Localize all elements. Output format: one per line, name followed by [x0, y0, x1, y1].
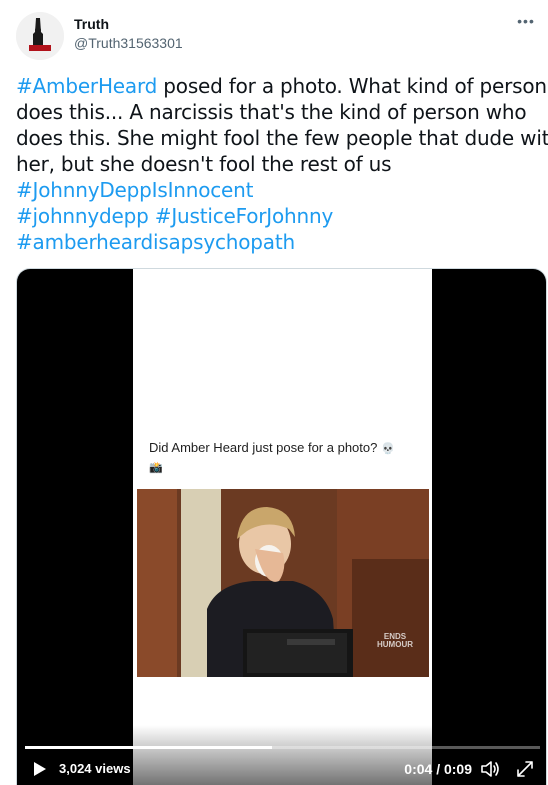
tweet-text-line: #JohnnyDeppIsInnocent [16, 177, 544, 203]
hashtag-link[interactable]: #amberheardisapsychopath [16, 230, 295, 254]
tweet: Truth @Truth31563301 ••• #AmberHeard pos… [0, 0, 548, 785]
video-watermark: ENDS HUMOUR [377, 633, 413, 649]
video-frame: Did Amber Heard just pose for a photo? 💀… [133, 269, 432, 785]
video-controls: 3,024 views 0:04 / 0:09 [17, 755, 546, 785]
avatar[interactable] [16, 12, 64, 60]
hashtag-link[interactable]: #johnnydepp [16, 204, 149, 228]
video-time: 0:04 / 0:09 [404, 761, 472, 777]
fullscreen-icon[interactable] [516, 760, 534, 778]
watermark-line-2: HUMOUR [377, 640, 413, 649]
author-name[interactable]: Truth [74, 15, 183, 33]
skull-emoji: 💀 [380, 443, 395, 455]
author-handle[interactable]: @Truth31563301 [74, 34, 183, 52]
video-caption-text: Did Amber Heard just pose for a photo? [149, 440, 378, 455]
video-player[interactable]: Did Amber Heard just pose for a photo? 💀… [16, 268, 547, 785]
view-count: 3,024 views [59, 761, 131, 776]
tweet-text-segment: her, but she doesn't fool the rest of us [16, 152, 392, 176]
hashtag-link[interactable]: #AmberHeard [16, 74, 157, 98]
tweet-text-segment: posed for a photo. What kind of person [157, 74, 547, 98]
tweet-text-line: #amberheardisapsychopath [16, 229, 544, 255]
tweet-text: #AmberHeard posed for a photo. What kind… [16, 73, 548, 255]
video-caption: Did Amber Heard just pose for a photo? 💀… [149, 439, 419, 477]
play-icon[interactable] [33, 761, 47, 777]
hashtag-link[interactable]: #JusticeForJohnny [155, 204, 334, 228]
video-progress-fill [25, 746, 273, 749]
author-block: Truth @Truth31563301 [74, 15, 183, 52]
tweet-text-line: #AmberHeard posed for a photo. What kind… [16, 73, 547, 99]
hashtag-link[interactable]: #JohnnyDeppIsInnocent [16, 178, 253, 202]
tweet-text-line: #johnnydepp #JusticeForJohnny [16, 203, 544, 229]
camera-emoji: 📸 [149, 462, 163, 474]
tweet-text-segment: does this. She might fool the few people… [16, 126, 548, 150]
tweet-text-line: does this. She might fool the few people… [16, 125, 548, 151]
tweet-text-segment: does this... A narcissis that's the kind… [16, 100, 527, 124]
video-still: ENDS HUMOUR [137, 489, 429, 677]
tweet-text-line: does this... A narcissis that's the kind… [16, 99, 544, 125]
more-options-icon[interactable]: ••• [514, 14, 538, 34]
tweet-text-line: her, but she doesn't fool the rest of us [16, 151, 544, 177]
volume-icon[interactable] [480, 760, 500, 778]
video-progress-bar[interactable] [25, 746, 540, 749]
